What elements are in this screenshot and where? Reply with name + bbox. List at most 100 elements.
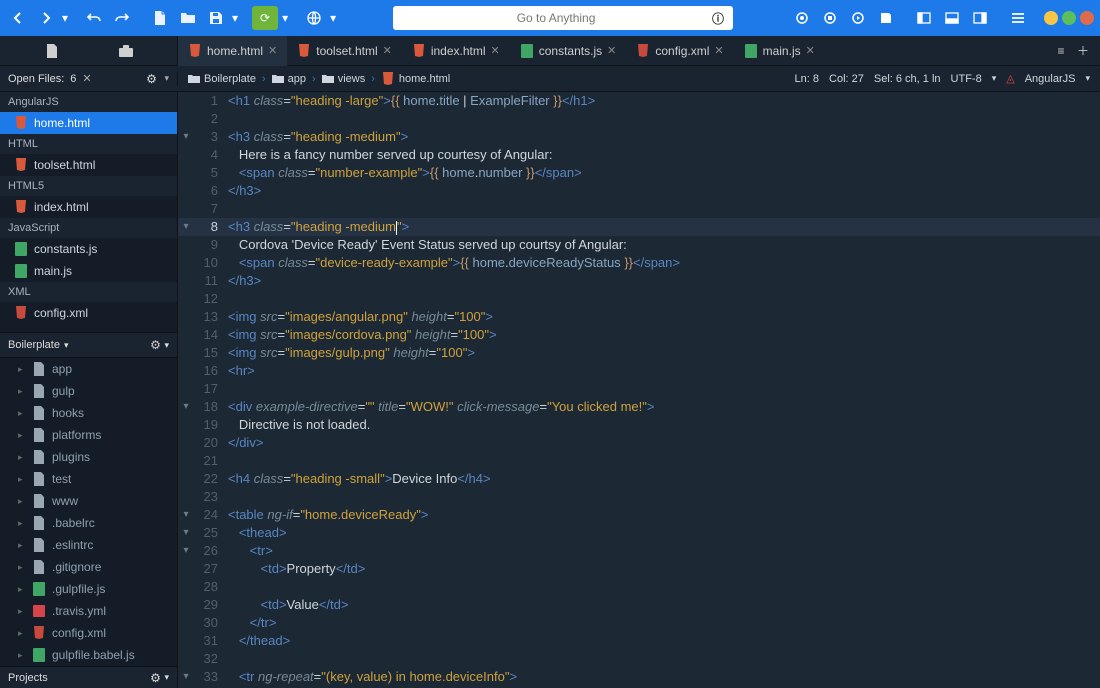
- status-col[interactable]: Col: 27: [829, 73, 864, 85]
- search-input[interactable]: Go to Anything ⓘ: [393, 6, 733, 30]
- panel-left-button[interactable]: [912, 6, 936, 30]
- tab-main-js[interactable]: main.js✕: [734, 36, 825, 66]
- tree-item--gulpfile-js[interactable]: ▸.gulpfile.js: [0, 578, 177, 600]
- macro-play-button[interactable]: [846, 6, 870, 30]
- page-icon[interactable]: [45, 44, 59, 58]
- tree-item-hooks[interactable]: ▸hooks: [0, 402, 177, 424]
- fold-toggle[interactable]: ▾: [178, 668, 194, 686]
- tab-list-button[interactable]: ≡: [1054, 44, 1068, 58]
- code-content[interactable]: <td>Property</td>: [228, 560, 365, 578]
- tree-expand-icon[interactable]: ▸: [18, 474, 26, 485]
- code-line[interactable]: 28: [178, 578, 1100, 596]
- window-close-button[interactable]: [1080, 11, 1094, 25]
- macro-stop-button[interactable]: [818, 6, 842, 30]
- projects-footer[interactable]: Projects ⚙ ▾: [0, 666, 177, 688]
- sidebar-item-main-js[interactable]: main.js: [0, 260, 177, 282]
- tab-index-html[interactable]: index.html✕: [402, 36, 510, 66]
- tree-expand-icon[interactable]: ▸: [18, 430, 26, 441]
- code-line[interactable]: 5 <span class="number-example">{{ home.n…: [178, 164, 1100, 182]
- toolbox-icon[interactable]: [119, 44, 133, 58]
- code-line[interactable]: 29 <td>Value</td>: [178, 596, 1100, 614]
- breadcrumb-item[interactable]: home.html: [381, 72, 450, 86]
- code-line[interactable]: 13<img src="images/angular.png" height="…: [178, 308, 1100, 326]
- code-content[interactable]: <h3 class="heading -medium">: [228, 128, 408, 146]
- code-line[interactable]: 20</div>: [178, 434, 1100, 452]
- tab-add-button[interactable]: ＋: [1076, 44, 1090, 58]
- tree-expand-icon[interactable]: ▸: [18, 540, 26, 551]
- code-content[interactable]: <tr>: [228, 542, 273, 560]
- code-content[interactable]: <div example-directive="" title="WOW!" c…: [228, 398, 654, 416]
- tree-expand-icon[interactable]: ▸: [18, 452, 26, 463]
- code-content[interactable]: <span class="number-example">{{ home.num…: [228, 164, 582, 182]
- tree-item--travis-yml[interactable]: ▸.travis.yml: [0, 600, 177, 622]
- code-content[interactable]: <h4 class="heading -small">Device Info</…: [228, 470, 491, 488]
- tab-home-html[interactable]: home.html✕: [178, 36, 287, 66]
- tree-expand-icon[interactable]: ▸: [18, 562, 26, 573]
- code-line[interactable]: ▾26 <tr>: [178, 542, 1100, 560]
- code-content[interactable]: </thead>: [228, 632, 290, 650]
- code-line[interactable]: 11</h3>: [178, 272, 1100, 290]
- code-content[interactable]: </h3>: [228, 272, 261, 290]
- tree-expand-icon[interactable]: ▸: [18, 650, 26, 661]
- macro-record-button[interactable]: [790, 6, 814, 30]
- code-line[interactable]: 12: [178, 290, 1100, 308]
- code-line[interactable]: ▾8<h3 class="heading -medium">: [178, 218, 1100, 236]
- tree-item-gulp[interactable]: ▸gulp: [0, 380, 177, 402]
- code-content[interactable]: <table ng-if="home.deviceReady">: [228, 506, 428, 524]
- sidebar-item-constants-js[interactable]: constants.js: [0, 238, 177, 260]
- breadcrumb-item[interactable]: Boilerplate: [188, 73, 256, 85]
- breadcrumb-item[interactable]: app: [272, 73, 306, 85]
- panel-bottom-button[interactable]: [940, 6, 964, 30]
- save-button[interactable]: [204, 6, 228, 30]
- code-content[interactable]: <h1 class="heading -large">{{ home.title…: [228, 92, 595, 110]
- nav-back-button[interactable]: [6, 6, 30, 30]
- code-line[interactable]: 22<h4 class="heading -small">Device Info…: [178, 470, 1100, 488]
- code-content[interactable]: </tr>: [228, 614, 276, 632]
- tab-close-icon[interactable]: ✕: [268, 44, 277, 57]
- code-content[interactable]: <h3 class="heading -medium">: [228, 218, 409, 236]
- tab-constants-js[interactable]: constants.js✕: [510, 36, 627, 66]
- code-content[interactable]: <img src="images/angular.png" height="10…: [228, 308, 493, 326]
- code-line[interactable]: 30 </tr>: [178, 614, 1100, 632]
- code-content[interactable]: <span class="device-ready-example">{{ ho…: [228, 254, 680, 272]
- tree-item-config-xml[interactable]: ▸config.xml: [0, 622, 177, 644]
- macro-save-button[interactable]: [874, 6, 898, 30]
- tree-expand-icon[interactable]: ▸: [18, 628, 26, 639]
- code-line[interactable]: ▾25 <thead>: [178, 524, 1100, 542]
- code-line[interactable]: 2: [178, 110, 1100, 128]
- gear-icon[interactable]: ⚙: [144, 72, 158, 86]
- code-line[interactable]: 23: [178, 488, 1100, 506]
- window-minimize-button[interactable]: [1044, 11, 1058, 25]
- tree-item-www[interactable]: ▸www: [0, 490, 177, 512]
- status-sel[interactable]: Sel: 6 ch, 1 ln: [874, 73, 941, 85]
- gear-icon[interactable]: ⚙: [148, 338, 162, 352]
- undo-button[interactable]: [82, 6, 106, 30]
- code-line[interactable]: 19 Directive is not loaded.: [178, 416, 1100, 434]
- code-line[interactable]: ▾24<table ng-if="home.deviceReady">: [178, 506, 1100, 524]
- redo-button[interactable]: [110, 6, 134, 30]
- code-content[interactable]: </div>: [228, 434, 263, 452]
- code-content[interactable]: <thead>: [228, 524, 287, 542]
- tree-expand-icon[interactable]: ▸: [18, 584, 26, 595]
- tree-item-platforms[interactable]: ▸platforms: [0, 424, 177, 446]
- code-line[interactable]: 27 <td>Property</td>: [178, 560, 1100, 578]
- code-content[interactable]: <img src="images/cordova.png" height="10…: [228, 326, 497, 344]
- tab-config-xml[interactable]: config.xml✕: [626, 36, 733, 66]
- code-line[interactable]: 16<hr>: [178, 362, 1100, 380]
- fold-toggle[interactable]: ▾: [178, 128, 194, 146]
- tree-expand-icon[interactable]: ▸: [18, 518, 26, 529]
- globe-button[interactable]: [302, 6, 326, 30]
- open-folder-button[interactable]: [176, 6, 200, 30]
- tree-expand-icon[interactable]: ▸: [18, 364, 26, 375]
- tab-close-icon[interactable]: ✕: [383, 44, 392, 57]
- tree-expand-icon[interactable]: ▸: [18, 496, 26, 507]
- nav-forward-button[interactable]: [34, 6, 58, 30]
- code-line[interactable]: 14<img src="images/cordova.png" height="…: [178, 326, 1100, 344]
- close-icon[interactable]: ✕: [82, 72, 91, 85]
- fold-toggle[interactable]: ▾: [178, 542, 194, 560]
- tree-item--babelrc[interactable]: ▸.babelrc: [0, 512, 177, 534]
- status-ln[interactable]: Ln: 8: [795, 73, 819, 85]
- code-line[interactable]: 7: [178, 200, 1100, 218]
- code-content[interactable]: Directive is not loaded.: [228, 416, 370, 434]
- fold-toggle[interactable]: ▾: [178, 218, 194, 236]
